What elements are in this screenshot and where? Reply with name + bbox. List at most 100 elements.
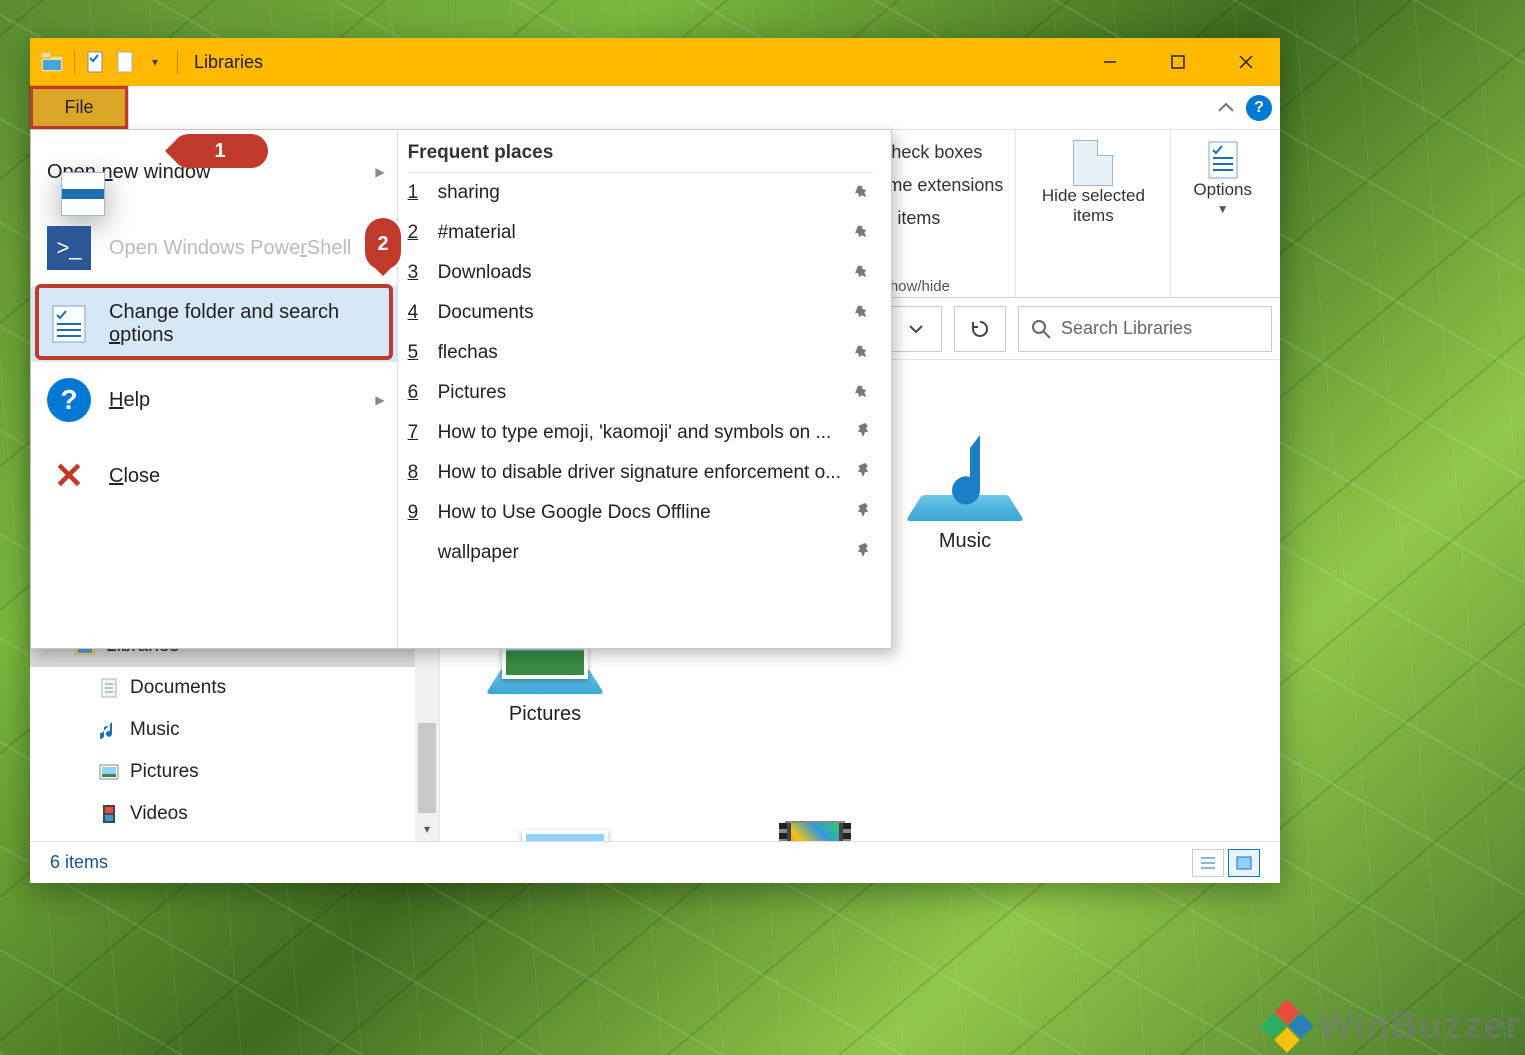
pin-icon[interactable] <box>857 462 873 484</box>
menu-label: Close <box>109 465 160 488</box>
menu-change-folder-options[interactable]: Change folder and search options <box>31 286 397 362</box>
details-view-button[interactable] <box>1192 849 1224 877</box>
library-item-music[interactable]: Music <box>890 420 1040 553</box>
explorer-window: ▾ Libraries File ? em ch <box>30 38 1280 883</box>
frequent-place-item[interactable]: 4 Documents <box>408 293 873 333</box>
library-item-videos[interactable]: Videos <box>740 806 890 841</box>
frequent-place-hotkey: 3 <box>408 262 422 284</box>
frequent-place-hotkey: 4 <box>408 302 422 324</box>
address-history-button[interactable] <box>890 306 942 352</box>
view-toggles <box>1192 849 1260 877</box>
library-item-label: Music <box>939 530 991 553</box>
submenu-arrow-icon: ▶ <box>375 393 384 407</box>
frequent-place-item[interactable]: wallpaper <box>408 533 873 573</box>
pin-icon[interactable] <box>852 340 879 367</box>
pin-icon[interactable] <box>857 542 873 564</box>
sidebar-item-videos[interactable]: Videos <box>30 793 439 835</box>
titlebar-separator <box>74 50 75 74</box>
titlebar: ▾ Libraries <box>30 38 1280 86</box>
close-icon: ✕ <box>47 454 91 498</box>
qat-newfolder-icon[interactable] <box>111 48 139 76</box>
pin-icon[interactable] <box>857 502 873 524</box>
frequent-place-label: Downloads <box>438 262 841 284</box>
pin-icon[interactable] <box>852 380 879 407</box>
frequent-place-item[interactable]: 3 Downloads <box>408 253 873 293</box>
titlebar-separator <box>177 50 178 74</box>
sidebar-item-label: Videos <box>130 803 188 825</box>
qat-properties-icon[interactable] <box>81 48 109 76</box>
frequent-place-hotkey: 2 <box>408 222 422 244</box>
pin-icon[interactable] <box>852 180 879 207</box>
scrollbar-thumb[interactable] <box>418 723 436 813</box>
large-icons-view-button[interactable] <box>1228 849 1260 877</box>
frequent-place-hotkey: 6 <box>408 382 422 404</box>
options-dropdown-icon[interactable]: ▼ <box>1217 202 1229 216</box>
pin-icon[interactable] <box>857 422 873 444</box>
refresh-button[interactable] <box>954 306 1006 352</box>
library-item-saved-pictures[interactable]: Saved Pictures <box>490 806 640 841</box>
frequent-place-label: wallpaper <box>438 542 841 564</box>
item-count: 6 items <box>50 852 108 873</box>
menu-label: Help <box>109 389 150 412</box>
frequent-place-item[interactable]: 6 Pictures <box>408 373 873 413</box>
menu-open-powershell[interactable]: >_ Open Windows PowerShell ▶ <box>31 210 397 286</box>
sidebar-item-music[interactable]: Music <box>30 709 439 751</box>
close-button[interactable] <box>1212 38 1280 86</box>
frequent-place-item[interactable]: 5flechas <box>408 333 873 373</box>
status-bar: 6 items <box>30 841 1280 883</box>
file-menu: Open new window ▶ >_ Open Windows PowerS… <box>30 129 892 649</box>
sidebar-item-documents[interactable]: Documents <box>30 667 439 709</box>
videos-icon <box>98 803 120 825</box>
powershell-icon: >_ <box>47 226 91 270</box>
window-title: Libraries <box>194 52 263 73</box>
menu-close[interactable]: ✕ Close <box>31 438 397 514</box>
menu-help[interactable]: ? Help ▶ <box>31 362 397 438</box>
frequent-place-label: sharing <box>438 182 841 204</box>
frequent-places-header: Frequent places <box>408 140 873 173</box>
maximize-button[interactable] <box>1144 38 1212 86</box>
hide-selected-items-button[interactable]: Hide selected items <box>1028 136 1158 230</box>
qat-dropdown-icon[interactable]: ▾ <box>141 48 169 76</box>
frequent-place-item[interactable]: 9 How to Use Google Docs Offline <box>408 493 873 533</box>
watermark-icon <box>1264 1003 1310 1049</box>
library-item-label: Pictures <box>509 703 581 726</box>
file-tab[interactable]: File <box>30 86 128 129</box>
help-icon: ? <box>47 378 91 422</box>
watermark-text: WinBuzzer <box>1318 1005 1521 1048</box>
options-label: Options <box>1193 180 1252 200</box>
sidebar-item-label: Documents <box>130 677 226 699</box>
frequent-place-label: Documents <box>438 302 841 324</box>
folder-options-icon <box>47 302 91 346</box>
options-button[interactable]: Options ▼ <box>1183 136 1262 220</box>
hide-selected-icon <box>1073 140 1113 186</box>
options-icon <box>1205 140 1241 180</box>
videos-library-icon <box>755 806 875 841</box>
search-box[interactable]: Search Libraries <box>1018 306 1272 352</box>
frequent-place-label: How to type emoji, 'kaomoji' and symbols… <box>438 422 841 444</box>
frequent-place-item[interactable]: 7How to type emoji, 'kaomoji' and symbol… <box>408 413 873 453</box>
help-button[interactable]: ? <box>1246 95 1272 121</box>
explorer-icon <box>38 48 66 76</box>
pictures-icon <box>98 761 120 783</box>
search-placeholder: Search Libraries <box>1061 318 1192 339</box>
frequent-place-label: How to disable driver signature enforcem… <box>438 462 841 484</box>
scrollbar-down-arrow[interactable]: ▾ <box>415 817 439 841</box>
frequent-place-item[interactable]: 1 sharing <box>408 173 873 213</box>
pin-icon[interactable] <box>852 300 879 327</box>
collapse-ribbon-button[interactable] <box>1212 94 1240 122</box>
submenu-arrow-icon: ▶ <box>375 165 384 179</box>
minimize-button[interactable] <box>1076 38 1144 86</box>
frequent-place-item[interactable]: 8 How to disable driver signature enforce… <box>408 453 873 493</box>
frequent-place-label: #material <box>438 222 841 244</box>
frequent-place-hotkey: 1 <box>408 182 422 204</box>
saved-pictures-library-icon <box>505 806 625 841</box>
frequent-place-label: Pictures <box>438 382 841 404</box>
pin-icon[interactable] <box>852 260 879 287</box>
frequent-place-hotkey: 8 <box>408 462 422 484</box>
frequent-place-label: How to Use Google Docs Offline <box>438 502 841 524</box>
frequent-place-item[interactable]: 2 #material <box>408 213 873 253</box>
sidebar-item-label: Pictures <box>130 761 199 783</box>
frequent-place-hotkey: 9 <box>408 502 422 524</box>
sidebar-item-pictures[interactable]: Pictures <box>30 751 439 793</box>
pin-icon[interactable] <box>852 220 879 247</box>
